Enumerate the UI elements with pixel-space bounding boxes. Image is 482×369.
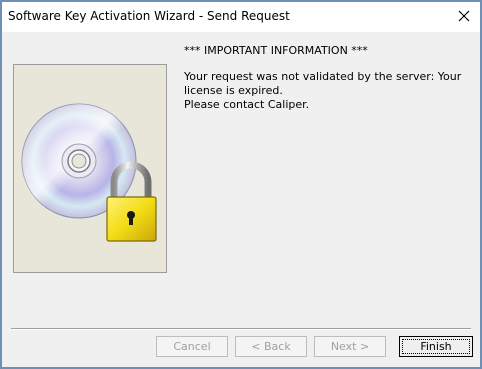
info-message-line: Your request was not validated by the se… (184, 70, 462, 83)
cancel-button[interactable]: Cancel (156, 336, 228, 357)
wizard-window: Software Key Activation Wizard - Send Re… (0, 0, 482, 369)
info-message-line: Please contact Caliper. (184, 98, 310, 111)
info-message-line: license is expired. (184, 84, 283, 97)
window-title: Software Key Activation Wizard - Send Re… (8, 9, 290, 23)
button-separator (11, 328, 471, 330)
cd-padlock-icon (21, 103, 157, 242)
wizard-illustration-panel (13, 64, 167, 273)
finish-button-label: Finish (420, 340, 452, 353)
close-icon[interactable] (454, 6, 474, 26)
finish-button[interactable]: Finish (399, 336, 473, 357)
info-heading: *** IMPORTANT INFORMATION *** (184, 44, 368, 57)
back-button[interactable]: < Back (235, 336, 307, 357)
next-button[interactable]: Next > (314, 336, 386, 357)
title-bar: Software Key Activation Wizard - Send Re… (2, 2, 480, 32)
info-message-area: *** IMPORTANT INFORMATION *** Your reque… (184, 44, 474, 112)
